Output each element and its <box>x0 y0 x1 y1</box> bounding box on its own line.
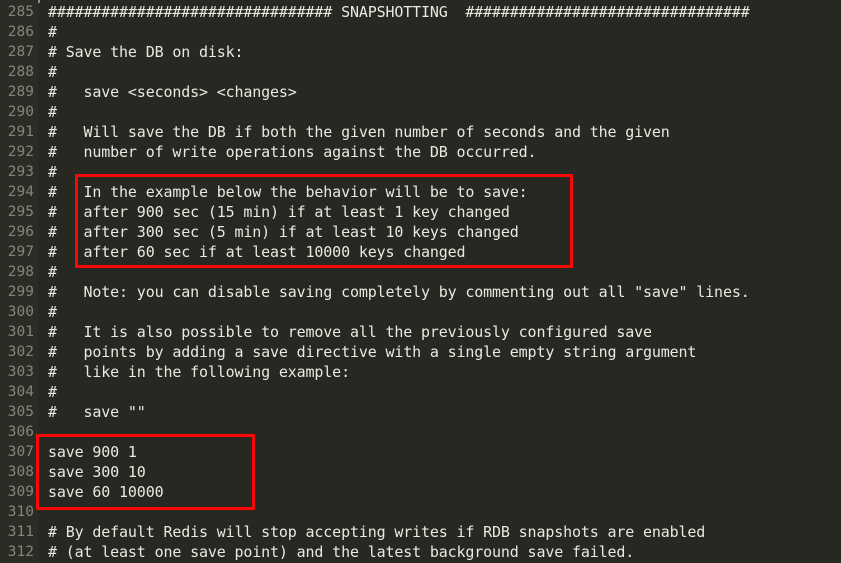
line-text[interactable]: # <box>48 102 57 122</box>
line-number: 310 <box>7 504 34 520</box>
code-line[interactable]: 290 # <box>0 102 841 122</box>
line-number: 300 <box>7 304 34 320</box>
line-text[interactable]: # In the example below the behavior will… <box>48 182 528 202</box>
code-line[interactable]: 289 # save <seconds> <changes> <box>0 82 841 102</box>
line-text[interactable]: # <box>48 382 57 402</box>
code-line[interactable]: 303 # like in the following example: <box>0 362 841 382</box>
line-text[interactable]: # <box>48 22 57 42</box>
line-text[interactable]: # Note: you can disable saving completel… <box>48 282 750 302</box>
code-line[interactable]: 306 <box>0 422 841 442</box>
code-line[interactable]: 310 <box>0 502 841 522</box>
line-text[interactable]: # Save the DB on disk: <box>48 42 244 62</box>
line-text[interactable]: # after 300 sec (5 min) if at least 10 k… <box>48 222 519 242</box>
line-text[interactable]: # save <seconds> <changes> <box>48 82 297 102</box>
line-number: 288 <box>7 64 34 80</box>
line-number: 308 <box>7 464 34 480</box>
code-line[interactable]: 305 # save "" <box>0 402 841 422</box>
code-line[interactable]: 294 # In the example below the behavior w… <box>0 182 841 202</box>
line-number: 307 <box>7 444 34 460</box>
code-line[interactable]: 293 # <box>0 162 841 182</box>
line-text[interactable]: # It is also possible to remove all the … <box>48 322 652 342</box>
code-line[interactable]: 286 # <box>0 22 841 42</box>
line-text[interactable]: # <box>48 162 57 182</box>
line-number: 295 <box>7 204 34 220</box>
line-text[interactable]: # Will save the DB if both the given num… <box>48 122 670 142</box>
code-line[interactable]: 302 # points by adding a save directive w… <box>0 342 841 362</box>
code-line[interactable]: 311 # By default Redis will stop acceptin… <box>0 522 841 542</box>
code-line[interactable]: 292 # number of write operations against … <box>0 142 841 162</box>
code-line[interactable]: 299 # Note: you can disable saving comple… <box>0 282 841 302</box>
code-line[interactable]: 288 # <box>0 62 841 82</box>
code-line[interactable]: 301 # It is also possible to remove all t… <box>0 322 841 342</box>
line-number: 294 <box>7 184 34 200</box>
line-text[interactable]: # points by adding a save directive with… <box>48 342 696 362</box>
code-line[interactable]: 300 # <box>0 302 841 322</box>
line-number: 298 <box>7 264 34 280</box>
line-number: 290 <box>7 104 34 120</box>
line-text[interactable]: # By default Redis will stop accepting w… <box>48 522 705 542</box>
code-line[interactable]: 295 # after 900 sec (15 min) if at least … <box>0 202 841 222</box>
line-number: 306 <box>7 424 34 440</box>
code-line[interactable]: 296 # after 300 sec (5 min) if at least 1… <box>0 222 841 242</box>
line-number: 309 <box>7 484 34 500</box>
line-text[interactable]: # <box>48 262 57 282</box>
line-text[interactable]: # after 900 sec (15 min) if at least 1 k… <box>48 202 510 222</box>
code-line[interactable]: 307 save 900 1 <box>0 442 841 462</box>
line-text[interactable]: save 60 10000 <box>48 482 164 502</box>
code-line[interactable]: 304 # <box>0 382 841 402</box>
line-number: 292 <box>7 144 34 160</box>
line-number: 296 <box>7 224 34 240</box>
code-line[interactable]: 309 save 60 10000 <box>0 482 841 502</box>
code-text-area[interactable]: 285 ################################ SNAP… <box>0 0 841 563</box>
code-line[interactable]: 291 # Will save the DB if both the given … <box>0 122 841 142</box>
line-text[interactable]: # after 60 sec if at least 10000 keys ch… <box>48 242 466 262</box>
line-number: 286 <box>7 24 34 40</box>
line-number: 305 <box>7 404 34 420</box>
line-number: 289 <box>7 84 34 100</box>
line-number: 311 <box>7 524 34 540</box>
line-text[interactable]: # <box>48 302 57 322</box>
code-line[interactable]: 298 # <box>0 262 841 282</box>
line-number: 287 <box>7 44 34 60</box>
line-number: 299 <box>7 284 34 300</box>
code-line[interactable]: 285 ################################ SNAP… <box>0 2 841 22</box>
line-text[interactable]: # save "" <box>48 402 146 422</box>
code-line[interactable]: 297 # after 60 sec if at least 10000 keys… <box>0 242 841 262</box>
code-editor[interactable]: 285 ################################ SNAP… <box>0 0 841 563</box>
line-text[interactable]: ################################ SNAPSHO… <box>48 2 750 22</box>
line-number: 291 <box>7 124 34 140</box>
line-number: 297 <box>7 244 34 260</box>
line-number: 312 <box>7 544 34 560</box>
line-text[interactable]: save 300 10 <box>48 462 146 482</box>
line-text[interactable]: # (at least one save point) and the late… <box>48 542 634 562</box>
line-text[interactable]: save 900 1 <box>48 442 137 462</box>
line-number: 293 <box>7 164 34 180</box>
line-text[interactable]: # <box>48 62 57 82</box>
line-text[interactable]: # number of write operations against the… <box>48 142 537 162</box>
code-line[interactable]: 312 # (at least one save point) and the l… <box>0 542 841 562</box>
line-number: 304 <box>7 384 34 400</box>
code-line[interactable]: 308 save 300 10 <box>0 462 841 482</box>
code-line[interactable]: 287 # Save the DB on disk: <box>0 42 841 62</box>
line-number: 301 <box>7 324 34 340</box>
line-number: 285 <box>7 4 34 20</box>
line-number: 303 <box>7 364 34 380</box>
line-text[interactable]: # like in the following example: <box>48 362 350 382</box>
line-number: 302 <box>7 344 34 360</box>
